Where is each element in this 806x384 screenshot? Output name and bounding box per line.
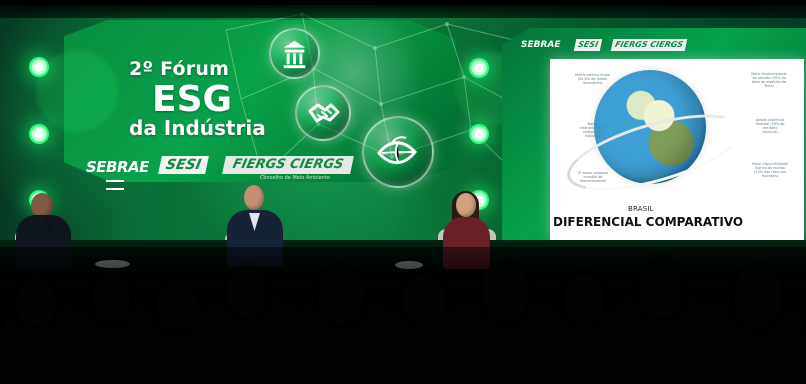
museum-icon [269,28,320,79]
audience-head [226,266,266,316]
audience-head [17,277,55,325]
slide-note-left-mid: Baixa intensidade de carbono da indústri… [579,122,606,139]
event-title-line-2: ESG [152,79,233,120]
screen-partner-logos: SEBRAE SESI FIERGS CIERGS [518,37,688,53]
slide-country: BRASIL [628,205,654,213]
right-speaker-head [456,193,476,217]
left-green-glow [36,50,118,132]
slide-note-right-top: Maior biodiversidade do planeta (20% do … [751,72,787,89]
screen-sesi-logo: SESI [573,39,602,51]
fiergs-ciergs-logo: FIERGS CIERGS [222,156,354,174]
brazil-slide: Matriz elétrica limpa (84,8% de fontes r… [550,59,804,240]
audience-head [482,261,528,320]
partner-logos: SEBRAE SESI FIERGS CIERGS Conselho de Me… [86,153,356,190]
audience-head [734,265,782,327]
audience-head [318,267,364,323]
slide-note-right-mid: Ampla cobertura florestal (59% do territ… [755,118,785,135]
slide-headline: DIFERENCIAL COMPARATIVO [553,215,744,229]
slide-note-left-top: Matriz elétrica limpa (84,8% de fontes r… [575,73,610,86]
audience-head [640,259,682,317]
sebrae-logo: SEBRAE [86,155,153,190]
stage-light-icon [469,124,489,144]
handshake-icon [295,85,351,141]
audience-head [157,282,199,330]
audience [0,247,806,384]
event-title-line-3: da Indústria [129,116,266,140]
audience-head [403,274,446,326]
screen-sebrae-logo: SEBRAE [521,40,561,50]
ceiling-shadow [0,0,806,18]
fiergs-caption: Conselho de Meio Ambiente [260,175,331,181]
sesi-logo: SESI [158,156,209,174]
middle-speaker-head [244,185,264,210]
leaf-icon [362,116,434,188]
event-title: 2º Fórum ESG da Indústria [129,60,289,142]
event-title-line-1: 2º Fórum [129,58,230,80]
slide-note-right-bottom: Maior disponibilidade hídrica do mundo (… [751,162,789,179]
slide-note-left-bottom: 3º maior produtor mundial de biocombustí… [577,171,609,184]
stage-light-icon [29,124,49,144]
audience-head [93,272,130,322]
stage-light-icon [469,58,489,78]
screen-fiergs-ciergs-logo: FIERGS CIERGS [610,39,688,51]
event-photo: 2º Fórum ESG da Indústria SEBRAE SESI FI… [0,0,806,384]
audience-head [564,274,604,326]
stage-light-icon [29,57,49,77]
